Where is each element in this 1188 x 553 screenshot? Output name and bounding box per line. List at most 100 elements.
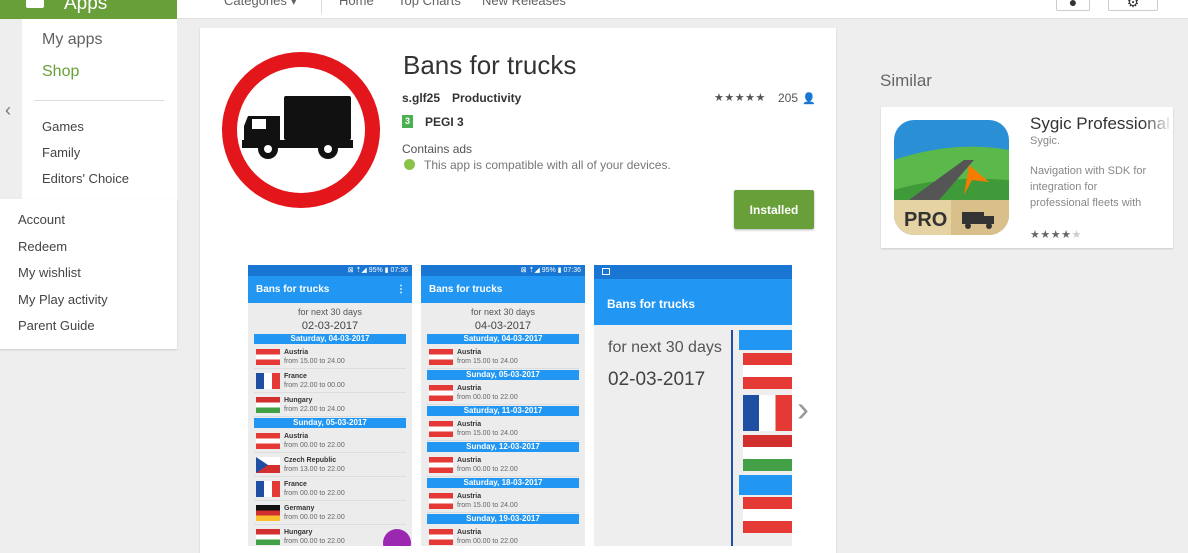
nav-parent-guide[interactable]: Parent Guide	[18, 318, 95, 333]
developer-link[interactable]: s.glf25	[402, 91, 440, 105]
content-rating: PEGI 3	[425, 115, 464, 129]
settings-button[interactable]: ⚙	[1108, 0, 1158, 11]
image-icon	[602, 268, 610, 275]
screenshot-1[interactable]: ⊠ ⇡◢ 95% ▮ 07:36 Bans for trucks ⋮ for n…	[248, 265, 412, 546]
phone-app-bar: Bans for trucks	[421, 276, 585, 303]
phone-status-bar: ⊠ ⇡◢ 95% ▮ 07:36	[248, 265, 412, 276]
chevron-right-icon[interactable]: ›	[797, 388, 809, 430]
category-link[interactable]: Productivity	[452, 91, 521, 105]
app-details-card: Bans for trucks s.glf25 Productivity ★★★…	[200, 28, 836, 553]
list-item: Czech Republic from 13.00 to 22.00	[254, 454, 406, 477]
phone-app-title: Bans for trucks	[256, 284, 330, 295]
account-nav: Account Redeem My wishlist My Play activ…	[0, 199, 177, 349]
country-name: Austria	[457, 493, 482, 500]
country-name: Austria	[284, 349, 309, 356]
austria-flag-icon	[429, 529, 453, 545]
phone-date: 02-03-2017	[301, 320, 359, 332]
country-name: Hungary	[284, 529, 313, 536]
nav-my-apps[interactable]: My apps	[42, 31, 102, 49]
screenshot-2[interactable]: ⊠ ⇡◢ 95% ▮ 07:36 Bans for trucks for nex…	[421, 265, 585, 546]
day-header: Sunday, 05-03-2017	[254, 418, 406, 428]
similar-app-description: Navigation with SDK for integration for …	[1030, 165, 1147, 209]
nav-redeem[interactable]: Redeem	[18, 239, 67, 254]
rating-count: 205	[778, 91, 799, 105]
chevron-left-icon[interactable]: ‹	[5, 100, 11, 121]
country-name: Austria	[457, 421, 482, 428]
ban-time: from 00.00 to 22.00	[457, 466, 518, 473]
list-item: France from 22.00 to 00.00	[254, 370, 406, 393]
nav-divider	[34, 100, 164, 101]
nav-editors-choice[interactable]: Editors' Choice	[42, 171, 129, 186]
nav-family[interactable]: Family	[42, 145, 80, 160]
ban-time: from 13.00 to 22.00	[284, 466, 345, 473]
country-name: Hungary	[284, 397, 313, 404]
pro-badge: PRO	[904, 209, 947, 231]
country-name: Germany	[284, 505, 315, 512]
list-item: Austria from 00.00 to 22.00	[254, 430, 406, 453]
app-title: Bans for trucks	[403, 50, 577, 80]
austria-flag-icon	[743, 353, 792, 389]
list-item: Austria from 00.00 to 22.00	[427, 382, 579, 405]
fab-button	[383, 529, 411, 546]
tablet-subtitle: for next 30 days	[608, 339, 722, 356]
ban-time: from 00.00 to 22.00	[457, 394, 518, 401]
apps-button[interactable]: Apps	[0, 0, 177, 19]
nav-wishlist[interactable]: My wishlist	[18, 265, 81, 280]
country-name: Czech Republic	[284, 457, 337, 464]
country-name: Austria	[457, 349, 482, 356]
austria-flag-icon	[256, 349, 280, 365]
ban-time: from 00.00 to 22.00	[457, 538, 518, 545]
rating-stars-off: ★	[1071, 229, 1082, 241]
country-name: Austria	[284, 433, 309, 440]
similar-app-card[interactable]: PRO Sygic Professional Navigation Sygic.…	[881, 107, 1173, 248]
nav-shop[interactable]: Shop	[42, 63, 79, 81]
account-button[interactable]: ●	[1056, 0, 1090, 11]
day-header: Sunday, 05-03-2017	[427, 370, 579, 380]
nav-top-charts[interactable]: Top Charts	[398, 0, 461, 8]
ban-time: from 15.00 to 24.00	[457, 358, 518, 365]
phone-date: 04-03-2017	[474, 320, 532, 332]
list-item: Austria from 15.00 to 24.00	[427, 490, 579, 513]
day-header: Sunday, 12-03-2017	[427, 442, 579, 452]
gear-icon: ⚙	[1126, 0, 1140, 10]
screenshot-3[interactable]: Bans for trucks for next 30 days 02-03-2…	[594, 265, 792, 546]
nav-home[interactable]: Home	[339, 0, 374, 8]
day-header: Saturday, 04-03-2017	[427, 334, 579, 344]
germany-flag-icon	[256, 505, 280, 521]
similar-heading: Similar	[880, 71, 932, 90]
day-header: Saturday, 18-03-2017	[427, 478, 579, 488]
apps-label: Apps	[64, 0, 108, 14]
ban-time: from 00.00 to 22.00	[284, 442, 345, 449]
country-name: France	[284, 481, 307, 488]
list-item: Austria from 00.00 to 22.00	[427, 454, 579, 477]
nav-new-releases[interactable]: New Releases	[482, 0, 566, 8]
phone-app-bar: Bans for trucks ⋮	[248, 276, 412, 303]
hungary-flag-icon	[256, 529, 280, 545]
account-icon: ●	[1068, 0, 1078, 10]
person-icon: 👤	[802, 93, 816, 105]
country-name: Austria	[457, 385, 482, 392]
left-nav: My apps Shop Games Family Editors' Choic…	[22, 19, 177, 199]
nav-games[interactable]: Games	[42, 119, 84, 134]
phone-status-bar: ⊠ ⇡◢ 95% ▮ 07:36	[421, 265, 585, 276]
nav-account[interactable]: Account	[18, 212, 65, 227]
similar-app-developer[interactable]: Sygic.	[1030, 135, 1060, 147]
top-bar: Apps Categories ▾ Home Top Charts New Re…	[0, 0, 1188, 19]
hungary-flag-icon	[256, 397, 280, 413]
day-header	[739, 330, 792, 350]
similar-app-rating: ★★★★★	[1030, 228, 1082, 241]
installed-button[interactable]: Installed	[734, 190, 814, 229]
check-icon	[404, 159, 415, 170]
day-header: Sunday, 19-03-2017	[427, 514, 579, 524]
ban-time: from 00.00 to 22.00	[284, 514, 345, 521]
list-item: France from 00.00 to 22.00	[254, 478, 406, 501]
hungary-flag-icon	[743, 435, 792, 471]
list-item: Austria from 00.00 to 22.00	[427, 526, 579, 546]
france-flag-icon	[256, 373, 280, 389]
nav-categories[interactable]: Categories ▾	[224, 0, 297, 9]
nav-play-activity[interactable]: My Play activity	[18, 292, 108, 307]
country-name: Austria	[457, 457, 482, 464]
day-header: Saturday, 11-03-2017	[427, 406, 579, 416]
divider	[731, 330, 733, 546]
country-name: Austria	[457, 529, 482, 536]
